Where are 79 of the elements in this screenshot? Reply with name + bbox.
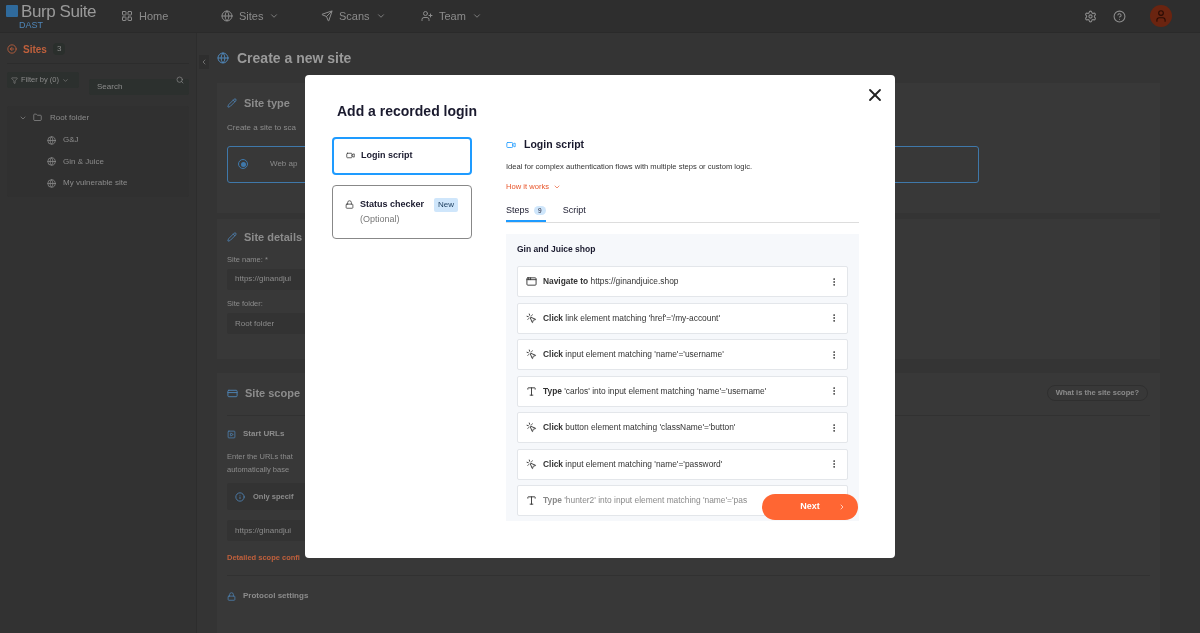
nav-icon <box>321 10 333 22</box>
section-description: Create a site to sca <box>227 121 296 134</box>
lock-icon <box>345 199 354 209</box>
tree-item[interactable]: Root folder <box>50 111 90 124</box>
collapse-button[interactable] <box>199 55 209 69</box>
step-text: Click input element matching 'name'='password' <box>543 457 723 471</box>
step-row[interactable]: Click input element matching 'name'='password' <box>517 448 848 480</box>
lock-icon <box>227 591 236 601</box>
subsection-title: Start URLs <box>243 428 285 440</box>
nav-icon <box>421 10 433 22</box>
step-text: Click button element matching 'className'='button' <box>543 421 736 434</box>
chevron-left-icon <box>200 58 208 66</box>
search-field[interactable]: Search <box>89 78 189 95</box>
search-icon <box>176 76 184 84</box>
new-badge: New <box>434 197 459 212</box>
pencil-icon <box>227 232 237 243</box>
step-text: Click input element matching 'name'='username' <box>543 348 724 361</box>
sidebar-title: Sites <box>23 42 47 57</box>
detail-title: Login script <box>524 137 585 153</box>
text-icon <box>526 385 537 397</box>
nav-icon <box>221 10 233 22</box>
step-row[interactable]: Navigate to https://ginandjuice.shop <box>517 266 848 298</box>
step-row[interactable]: Click link element matching 'href'='/my-account' <box>517 302 848 334</box>
next-button[interactable]: Next <box>762 494 858 520</box>
pointer-click-icon <box>526 349 537 361</box>
login-option[interactable]: Login script <box>332 137 472 175</box>
logo-icon <box>6 5 18 17</box>
caret-icon <box>375 11 386 21</box>
step-row[interactable]: Type 'carlos' into input element matching 'name'='username' <box>517 375 848 407</box>
play-icon <box>227 429 236 439</box>
login-option[interactable]: Status checker New (Optional) <box>332 184 472 239</box>
video-camera-icon <box>346 151 355 160</box>
caret-icon <box>269 11 280 21</box>
step-text: Type 'hunter2' into input element matching 'name'='pas <box>543 494 748 507</box>
subsection-title: Protocol settings <box>243 590 309 603</box>
nav-item[interactable]: Scans <box>321 7 421 25</box>
settings-icon[interactable] <box>1084 9 1097 23</box>
text-icon <box>526 495 537 507</box>
tree-item[interactable]: My vulnerable site <box>63 177 128 189</box>
globe-icon <box>47 157 56 166</box>
tree-item[interactable]: Gin & Juice <box>63 155 104 168</box>
caret-icon <box>471 11 482 21</box>
pencil-icon <box>227 98 237 109</box>
tree-item[interactable]: G&J <box>63 134 79 146</box>
tab[interactable]: Script <box>562 203 586 223</box>
filter-icon <box>11 76 18 84</box>
help-icon[interactable] <box>1113 9 1126 23</box>
step-row[interactable]: Click input element matching 'name'='username' <box>517 339 848 371</box>
section-title: Site type <box>244 96 290 111</box>
globe-icon <box>217 52 229 64</box>
modal-title: Add a recorded login <box>336 102 478 120</box>
pointer-click-icon <box>526 458 537 470</box>
info-icon <box>235 491 245 502</box>
card-icon <box>227 387 238 399</box>
chevron-right-icon <box>838 503 846 511</box>
browser-window-icon <box>526 276 537 288</box>
nav-item[interactable]: Team <box>421 7 521 25</box>
video-camera-icon <box>506 140 516 150</box>
folder-icon <box>33 113 42 122</box>
user-silhouette-icon <box>1154 9 1168 23</box>
product-name: DAST <box>19 19 43 30</box>
step-text: Navigate to https://ginandjuice.shop <box>543 275 679 288</box>
nav-item[interactable]: Sites <box>221 7 321 25</box>
count-badge: 3 <box>52 43 66 55</box>
nav-item[interactable]: Home <box>121 7 221 25</box>
step-text: Click link element matching 'href'='/my-account' <box>543 311 720 325</box>
pointer-click-icon <box>526 422 537 434</box>
page-title: Create a new site <box>237 48 352 68</box>
step-text: Type 'carlos' into input element matching 'name'='username' <box>543 384 767 398</box>
group-title: Gin and Juice shop <box>517 243 597 257</box>
section-title: Site details <box>244 230 303 245</box>
step-row[interactable]: Click button element matching 'className'='button' <box>517 412 848 444</box>
globe-icon <box>47 135 56 145</box>
globe-icon <box>47 178 56 188</box>
logo-text: Burp Suite <box>21 2 97 20</box>
section-title: Site scope <box>245 385 301 401</box>
caret-icon <box>61 76 69 84</box>
pointer-click-icon <box>526 312 537 324</box>
nav-icon <box>121 10 133 22</box>
